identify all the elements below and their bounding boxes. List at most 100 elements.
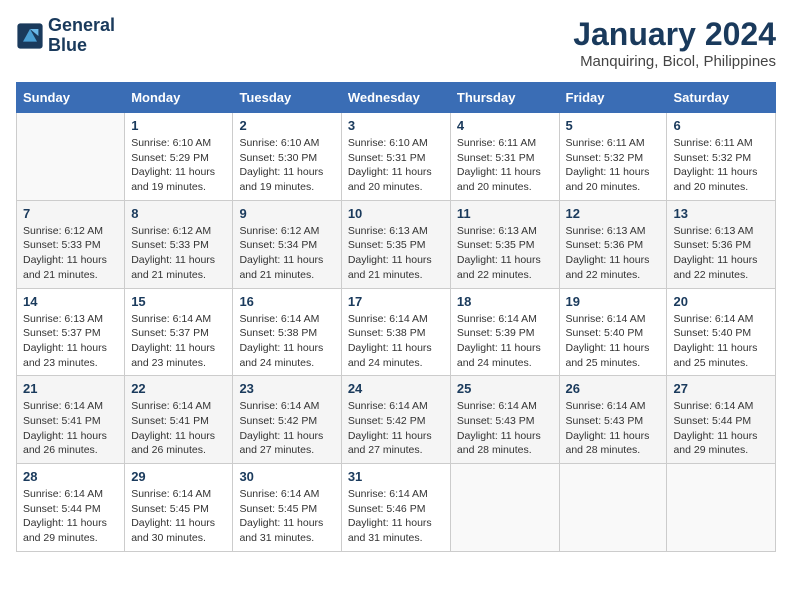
day-cell: 4 Sunrise: 6:11 AM Sunset: 5:31 PM Daylig… bbox=[450, 113, 559, 201]
week-row-3: 14 Sunrise: 6:13 AM Sunset: 5:37 PM Dayli… bbox=[17, 288, 776, 376]
day-cell: 28Sunrise: 6:14 AM Sunset: 5:44 PM Dayli… bbox=[17, 464, 125, 552]
day-number: 25 bbox=[457, 381, 553, 396]
logo[interactable]: General Blue bbox=[16, 16, 115, 56]
header-cell-saturday: Saturday bbox=[667, 83, 776, 113]
day-number: 12 bbox=[566, 206, 661, 221]
day-info: Sunrise: 6:14 AM Sunset: 5:44 PM Dayligh… bbox=[673, 399, 769, 458]
day-cell: 2Sunrise: 6:10 AM Sunset: 5:30 PM Daylig… bbox=[233, 113, 341, 201]
day-cell: 20 Sunrise: 6:14 AM Sunset: 5:40 PM Dayli… bbox=[667, 288, 776, 376]
day-cell: 14 Sunrise: 6:13 AM Sunset: 5:37 PM Dayli… bbox=[17, 288, 125, 376]
day-number: 3 bbox=[348, 118, 444, 133]
day-cell: 15 Sunrise: 6:14 AM Sunset: 5:37 PM Dayli… bbox=[125, 288, 233, 376]
day-number: 11 bbox=[457, 206, 553, 221]
day-info: Sunrise: 6:13 AM Sunset: 5:35 PM Dayligh… bbox=[348, 224, 444, 283]
header-cell-monday: Monday bbox=[125, 83, 233, 113]
day-number: 22 bbox=[131, 381, 226, 396]
day-number: 6 bbox=[673, 118, 769, 133]
header-cell-thursday: Thursday bbox=[450, 83, 559, 113]
week-row-4: 21 Sunrise: 6:14 AM Sunset: 5:41 PM Dayli… bbox=[17, 376, 776, 464]
day-number: 19 bbox=[566, 294, 661, 309]
week-row-5: 28Sunrise: 6:14 AM Sunset: 5:44 PM Dayli… bbox=[17, 464, 776, 552]
day-info: Sunrise: 6:12 AM Sunset: 5:34 PM Dayligh… bbox=[239, 224, 334, 283]
day-cell: 17Sunrise: 6:14 AM Sunset: 5:38 PM Dayli… bbox=[341, 288, 450, 376]
day-info: Sunrise: 6:14 AM Sunset: 5:46 PM Dayligh… bbox=[348, 487, 444, 546]
header-row: SundayMondayTuesdayWednesdayThursdayFrid… bbox=[17, 83, 776, 113]
day-info: Sunrise: 6:14 AM Sunset: 5:39 PM Dayligh… bbox=[457, 312, 553, 371]
day-info: Sunrise: 6:10 AM Sunset: 5:30 PM Dayligh… bbox=[239, 136, 334, 195]
day-info: Sunrise: 6:14 AM Sunset: 5:38 PM Dayligh… bbox=[239, 312, 334, 371]
day-cell: 8 Sunrise: 6:12 AM Sunset: 5:33 PM Daylig… bbox=[125, 200, 233, 288]
day-number: 4 bbox=[457, 118, 553, 133]
day-number: 24 bbox=[348, 381, 444, 396]
day-info: Sunrise: 6:14 AM Sunset: 5:43 PM Dayligh… bbox=[566, 399, 661, 458]
day-cell: 16 Sunrise: 6:14 AM Sunset: 5:38 PM Dayli… bbox=[233, 288, 341, 376]
day-info: Sunrise: 6:14 AM Sunset: 5:40 PM Dayligh… bbox=[673, 312, 769, 371]
day-info: Sunrise: 6:13 AM Sunset: 5:36 PM Dayligh… bbox=[566, 224, 661, 283]
day-cell bbox=[667, 464, 776, 552]
day-info: Sunrise: 6:14 AM Sunset: 5:44 PM Dayligh… bbox=[23, 487, 118, 546]
day-number: 27 bbox=[673, 381, 769, 396]
day-cell: 7 Sunrise: 6:12 AM Sunset: 5:33 PM Daylig… bbox=[17, 200, 125, 288]
day-number: 31 bbox=[348, 469, 444, 484]
day-info: Sunrise: 6:12 AM Sunset: 5:33 PM Dayligh… bbox=[131, 224, 226, 283]
day-cell: 9 Sunrise: 6:12 AM Sunset: 5:34 PM Daylig… bbox=[233, 200, 341, 288]
day-info: Sunrise: 6:14 AM Sunset: 5:37 PM Dayligh… bbox=[131, 312, 226, 371]
day-info: Sunrise: 6:14 AM Sunset: 5:42 PM Dayligh… bbox=[239, 399, 334, 458]
calendar-body: 1Sunrise: 6:10 AM Sunset: 5:29 PM Daylig… bbox=[17, 113, 776, 552]
day-number: 18 bbox=[457, 294, 553, 309]
day-cell: 11Sunrise: 6:13 AM Sunset: 5:35 PM Dayli… bbox=[450, 200, 559, 288]
day-cell: 23 Sunrise: 6:14 AM Sunset: 5:42 PM Dayli… bbox=[233, 376, 341, 464]
day-number: 13 bbox=[673, 206, 769, 221]
day-number: 20 bbox=[673, 294, 769, 309]
day-info: Sunrise: 6:10 AM Sunset: 5:29 PM Dayligh… bbox=[131, 136, 226, 195]
day-info: Sunrise: 6:13 AM Sunset: 5:37 PM Dayligh… bbox=[23, 312, 118, 371]
day-number: 9 bbox=[239, 206, 334, 221]
day-info: Sunrise: 6:14 AM Sunset: 5:41 PM Dayligh… bbox=[131, 399, 226, 458]
header-cell-tuesday: Tuesday bbox=[233, 83, 341, 113]
page-header: General Blue January 2024 Manquiring, Bi… bbox=[16, 16, 776, 70]
day-number: 29 bbox=[131, 469, 226, 484]
calendar-subtitle: Manquiring, Bicol, Philippines bbox=[573, 53, 776, 70]
day-number: 16 bbox=[239, 294, 334, 309]
day-number: 7 bbox=[23, 206, 118, 221]
day-info: Sunrise: 6:14 AM Sunset: 5:43 PM Dayligh… bbox=[457, 399, 553, 458]
day-cell: 12 Sunrise: 6:13 AM Sunset: 5:36 PM Dayli… bbox=[559, 200, 667, 288]
day-number: 15 bbox=[131, 294, 226, 309]
day-info: Sunrise: 6:14 AM Sunset: 5:41 PM Dayligh… bbox=[23, 399, 118, 458]
day-number: 23 bbox=[239, 381, 334, 396]
day-cell: 29 Sunrise: 6:14 AM Sunset: 5:45 PM Dayli… bbox=[125, 464, 233, 552]
day-cell bbox=[17, 113, 125, 201]
day-info: Sunrise: 6:12 AM Sunset: 5:33 PM Dayligh… bbox=[23, 224, 118, 283]
day-cell: 21 Sunrise: 6:14 AM Sunset: 5:41 PM Dayli… bbox=[17, 376, 125, 464]
day-cell bbox=[450, 464, 559, 552]
day-cell: 3 Sunrise: 6:10 AM Sunset: 5:31 PM Daylig… bbox=[341, 113, 450, 201]
day-info: Sunrise: 6:11 AM Sunset: 5:32 PM Dayligh… bbox=[566, 136, 661, 195]
calendar-header: SundayMondayTuesdayWednesdayThursdayFrid… bbox=[17, 83, 776, 113]
day-number: 14 bbox=[23, 294, 118, 309]
day-info: Sunrise: 6:14 AM Sunset: 5:38 PM Dayligh… bbox=[348, 312, 444, 371]
logo-text: General Blue bbox=[48, 16, 115, 56]
day-info: Sunrise: 6:11 AM Sunset: 5:32 PM Dayligh… bbox=[673, 136, 769, 195]
day-cell: 18 Sunrise: 6:14 AM Sunset: 5:39 PM Dayli… bbox=[450, 288, 559, 376]
title-block: January 2024 Manquiring, Bicol, Philippi… bbox=[573, 16, 776, 70]
day-number: 30 bbox=[239, 469, 334, 484]
day-cell: 30Sunrise: 6:14 AM Sunset: 5:45 PM Dayli… bbox=[233, 464, 341, 552]
day-cell: 13 Sunrise: 6:13 AM Sunset: 5:36 PM Dayli… bbox=[667, 200, 776, 288]
day-info: Sunrise: 6:11 AM Sunset: 5:31 PM Dayligh… bbox=[457, 136, 553, 195]
day-cell: 1Sunrise: 6:10 AM Sunset: 5:29 PM Daylig… bbox=[125, 113, 233, 201]
day-number: 21 bbox=[23, 381, 118, 396]
day-cell: 10 Sunrise: 6:13 AM Sunset: 5:35 PM Dayli… bbox=[341, 200, 450, 288]
day-number: 10 bbox=[348, 206, 444, 221]
week-row-2: 7 Sunrise: 6:12 AM Sunset: 5:33 PM Daylig… bbox=[17, 200, 776, 288]
week-row-1: 1Sunrise: 6:10 AM Sunset: 5:29 PM Daylig… bbox=[17, 113, 776, 201]
day-number: 8 bbox=[131, 206, 226, 221]
day-info: Sunrise: 6:13 AM Sunset: 5:36 PM Dayligh… bbox=[673, 224, 769, 283]
header-cell-friday: Friday bbox=[559, 83, 667, 113]
day-info: Sunrise: 6:14 AM Sunset: 5:42 PM Dayligh… bbox=[348, 399, 444, 458]
day-info: Sunrise: 6:14 AM Sunset: 5:40 PM Dayligh… bbox=[566, 312, 661, 371]
day-cell: 31 Sunrise: 6:14 AM Sunset: 5:46 PM Dayli… bbox=[341, 464, 450, 552]
day-info: Sunrise: 6:10 AM Sunset: 5:31 PM Dayligh… bbox=[348, 136, 444, 195]
day-cell: 25 Sunrise: 6:14 AM Sunset: 5:43 PM Dayli… bbox=[450, 376, 559, 464]
day-number: 5 bbox=[566, 118, 661, 133]
day-info: Sunrise: 6:14 AM Sunset: 5:45 PM Dayligh… bbox=[131, 487, 226, 546]
